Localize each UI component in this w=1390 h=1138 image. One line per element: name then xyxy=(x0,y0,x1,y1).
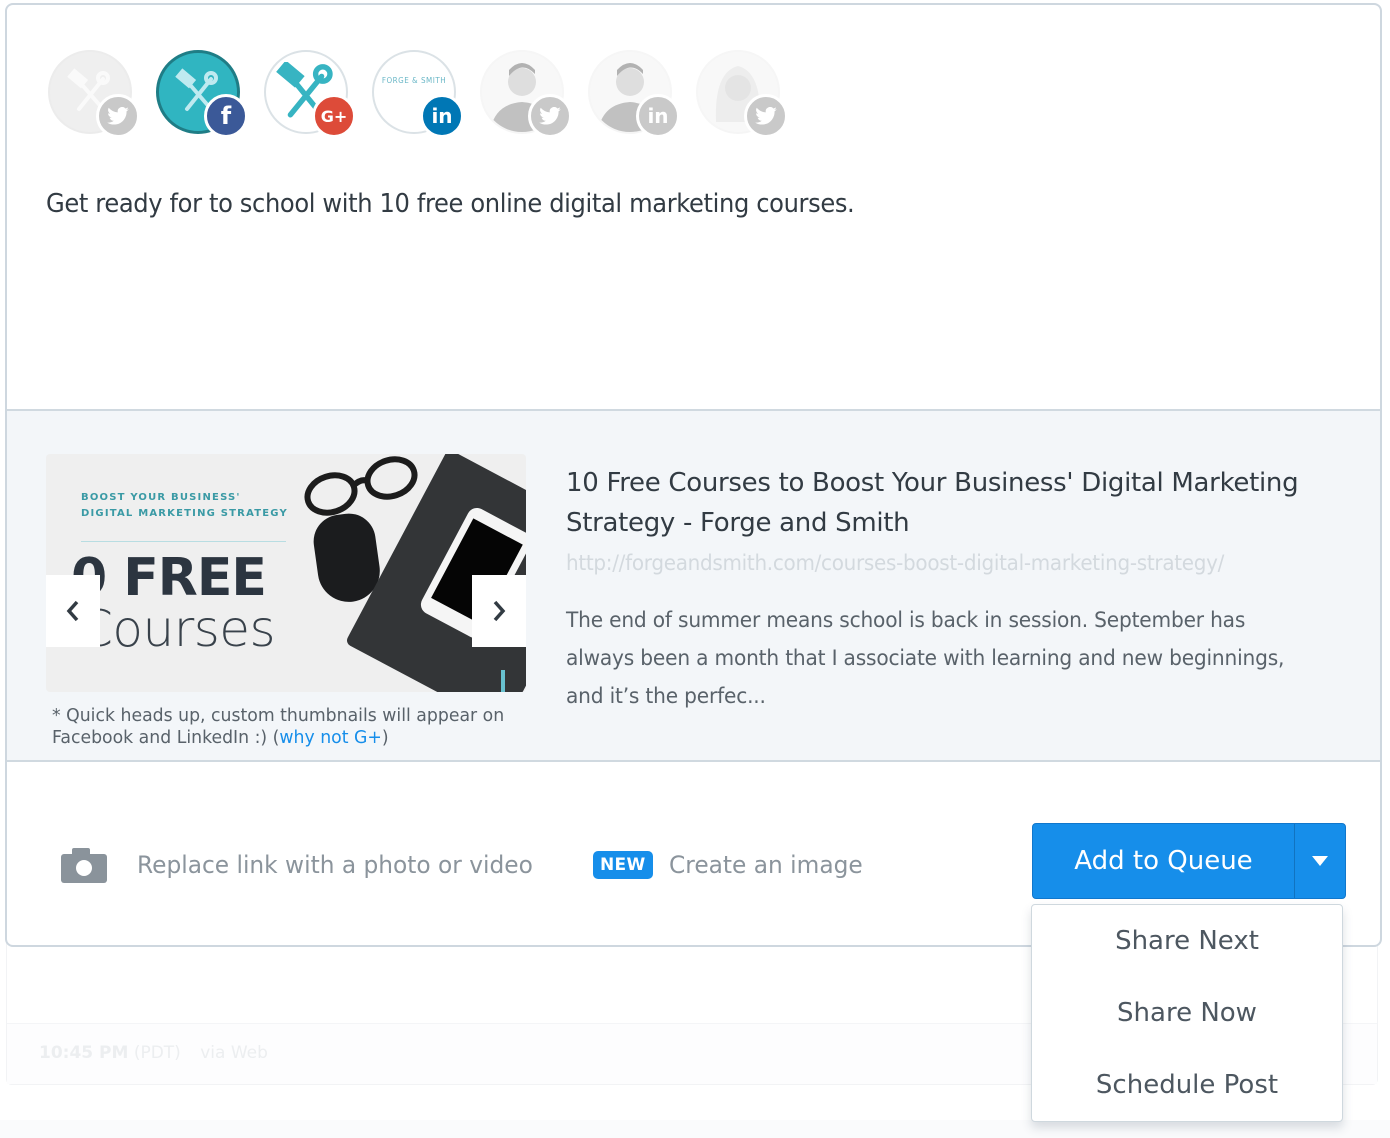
menu-item-share-now[interactable]: Share Now xyxy=(1032,977,1342,1049)
brand-logo-text: FORGE & SMITH xyxy=(381,75,447,85)
facebook-icon: f xyxy=(204,94,248,138)
menu-item-share-next[interactable]: Share Next xyxy=(1032,905,1342,977)
camera-icon xyxy=(61,847,107,883)
queue-options-menu: Share Next Share Now Schedule Post xyxy=(1031,904,1343,1122)
chevron-left-icon xyxy=(66,600,79,622)
post-via: via Web xyxy=(200,1043,268,1063)
thumbnail-next-button[interactable] xyxy=(472,575,526,647)
twitter-icon xyxy=(528,94,572,138)
queue-options-toggle[interactable] xyxy=(1295,824,1345,898)
composer-card: f G+ FORGE & SMITH in in Get ready for t… xyxy=(5,3,1382,947)
profile-avatar-facebook[interactable]: f xyxy=(156,50,248,138)
why-not-gplus-link[interactable]: why not G+ xyxy=(279,727,381,748)
replace-with-photo-button[interactable]: Replace link with a photo or video xyxy=(61,825,545,905)
message-text[interactable]: Get ready for to school with 10 free onl… xyxy=(46,189,855,219)
caret-down-icon xyxy=(1312,856,1328,866)
link-thumbnail: BOOST YOUR BUSINESS' DIGITAL MARKETING S… xyxy=(46,454,526,692)
post-time: 10:45 PM xyxy=(39,1043,129,1063)
link-title[interactable]: 10 Free Courses to Boost Your Business' … xyxy=(566,463,1336,543)
link-url: http://forgeandsmith.com/courses-boost-d… xyxy=(566,551,1225,575)
link-description[interactable]: The end of summer means school is back i… xyxy=(566,601,1315,715)
create-image-button[interactable]: NEW Create an image xyxy=(593,825,868,905)
profile-avatar-person-linkedin[interactable]: in xyxy=(588,50,680,138)
linkedin-icon: in xyxy=(420,94,464,138)
link-preview: BOOST YOUR BUSINESS' DIGITAL MARKETING S… xyxy=(7,409,1380,762)
replace-with-photo-label: Replace link with a photo or video xyxy=(137,851,533,879)
add-to-queue-split-button: Add to Queue xyxy=(1032,823,1346,899)
add-to-queue-button[interactable]: Add to Queue xyxy=(1033,824,1295,898)
thumbnail-prev-button[interactable] xyxy=(46,575,100,647)
new-badge: NEW xyxy=(593,851,653,879)
profile-avatar-person2-twitter[interactable] xyxy=(696,50,788,138)
chevron-right-icon xyxy=(493,600,506,622)
profile-avatar-twitter[interactable] xyxy=(48,50,140,138)
profile-avatar-person-twitter[interactable] xyxy=(480,50,572,138)
profile-avatar-googleplus[interactable]: G+ xyxy=(264,50,356,138)
twitter-icon xyxy=(744,94,788,138)
post-timezone: (PDT) xyxy=(133,1043,181,1063)
twitter-icon xyxy=(96,94,140,138)
post-meta: 10:45 PM (PDT) via Web xyxy=(39,1043,268,1063)
menu-item-schedule-post[interactable]: Schedule Post xyxy=(1032,1049,1342,1121)
profile-avatar-linkedin[interactable]: FORGE & SMITH in xyxy=(372,50,464,138)
thumbnail-note: * Quick heads up, custom thumbnails will… xyxy=(52,705,505,748)
linkedin-icon: in xyxy=(636,94,680,138)
create-image-label: Create an image xyxy=(668,851,863,879)
google-plus-icon: G+ xyxy=(312,94,356,138)
